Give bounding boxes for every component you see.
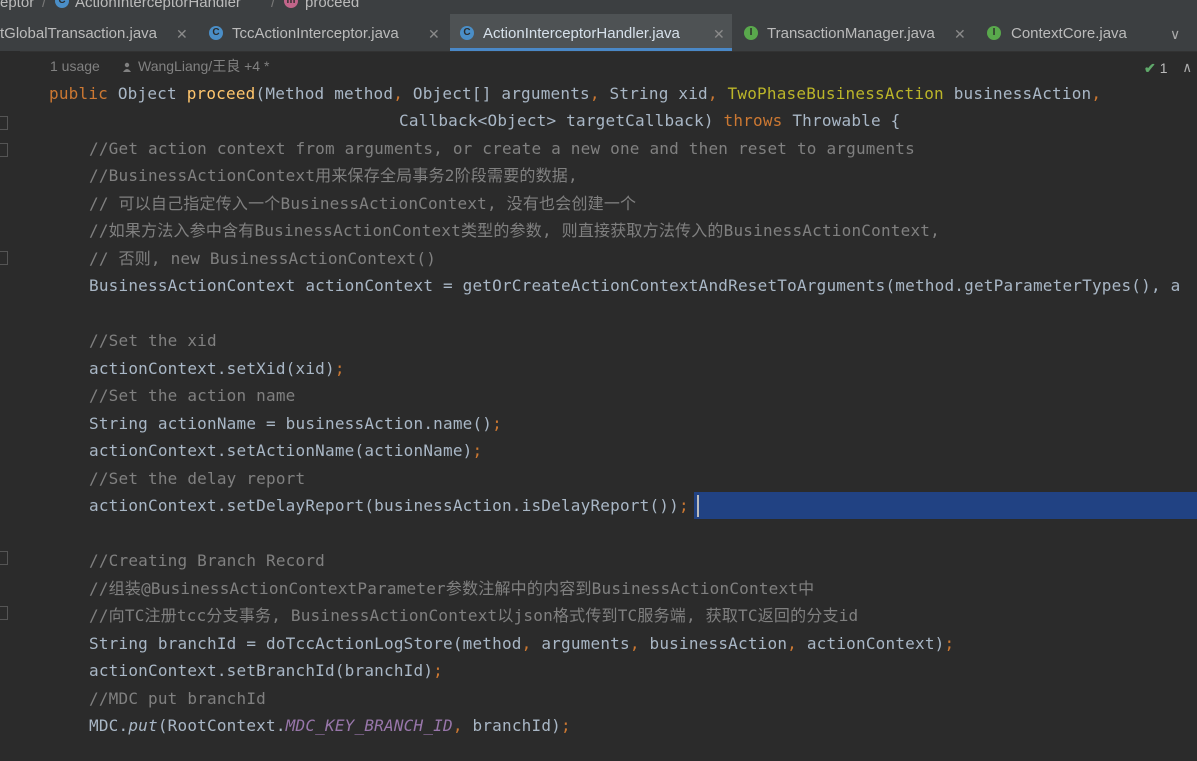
code-line: Callback<Object> targetCallback) throws … [399, 111, 901, 130]
tab-label: TccActionInterceptor.java [232, 25, 399, 42]
code-comment: //向TC注册tcc分支事务, BusinessActionContext以js… [89, 606, 859, 625]
code-line: actionContext.setBranchId(branchId); [89, 661, 443, 680]
tab-tcc-action-interceptor[interactable]: C TccActionInterceptor.java ✕ [200, 14, 448, 51]
method-icon: m [284, 0, 298, 8]
code-comment: //Set the action name [89, 386, 296, 405]
close-icon[interactable]: ✕ [428, 14, 440, 51]
usages-hint[interactable]: 1 usage [50, 58, 100, 74]
breadcrumb-separator: / [42, 0, 47, 11]
breadcrumb-separator: / [271, 0, 276, 11]
tab-label: ActionInterceptorHandler.java [483, 25, 680, 42]
fold-marker-icon[interactable] [0, 606, 8, 620]
inspection-widget[interactable]: ✔ 1 [1144, 58, 1168, 78]
tab-label: TransactionManager.java [767, 25, 935, 42]
code-line: public Object proceed(Method method, Obj… [49, 84, 1102, 103]
chevron-up-icon[interactable]: ∧ [1183, 58, 1191, 78]
code-comment: //Get action context from arguments, or … [89, 139, 915, 158]
code-comment: // 可以自己指定传入一个BusinessActionContext, 没有也会… [89, 194, 637, 213]
class-icon: C [460, 26, 474, 40]
fold-marker-icon[interactable] [0, 116, 8, 130]
class-icon: C [55, 0, 69, 8]
close-icon[interactable]: ✕ [176, 14, 188, 51]
tabs-overflow-icon[interactable]: ∨ [1170, 14, 1180, 51]
author-hint[interactable]: WangLiang/王良 +4 * [122, 56, 269, 76]
text-cursor [697, 495, 699, 517]
person-icon [123, 62, 131, 72]
code-line: actionContext.setXid(xid); [89, 359, 345, 378]
fold-marker-icon[interactable] [0, 551, 8, 565]
tab-action-interceptor-handler[interactable]: C ActionInterceptorHandler.java ✕ [450, 14, 732, 51]
close-icon[interactable]: ✕ [954, 14, 966, 51]
check-icon: ✔ [1144, 60, 1156, 76]
tab-label: tGlobalTransaction.java [0, 25, 158, 42]
code-comment: //Set the delay report [89, 469, 306, 488]
code-comment: //组装@BusinessActionContextParameter参数注解中… [89, 579, 815, 598]
code-comment: //如果方法入参中含有BusinessActionContext类型的参数, 则… [89, 221, 940, 240]
inspection-count: 1 [1159, 60, 1168, 76]
tab-global-transaction[interactable]: tGlobalTransaction.java ✕ [0, 14, 198, 51]
breadcrumb: eptor / C ActionInterceptorHandler / m p… [0, 0, 1197, 14]
interface-icon: I [744, 26, 758, 40]
code-line: String actionName = businessAction.name(… [89, 414, 502, 433]
code-line: MDC.put(RootContext.MDC_KEY_BRANCH_ID, b… [89, 716, 571, 735]
breadcrumb-item-method[interactable]: proceed [305, 0, 359, 11]
close-icon[interactable]: ✕ [713, 14, 725, 51]
interface-icon: I [987, 26, 1001, 40]
tab-label: ContextCore.java [1011, 25, 1127, 42]
tab-context-core[interactable]: I ContextCore.java [976, 14, 1166, 51]
inlay-hint: 1 usage WangLiang/王良 +4 * [50, 56, 269, 76]
author-text: WangLiang/王良 +4 * [138, 58, 270, 74]
code-comment: //BusinessActionContext用来保存全局事务2阶段需要的数据, [89, 166, 578, 185]
code-comment: //Set the xid [89, 331, 217, 350]
editor-gutter [0, 51, 20, 761]
code-comment: //MDC put branchId [89, 689, 266, 708]
editor-tabs: tGlobalTransaction.java ✕ C TccActionInt… [0, 14, 1197, 52]
code-comment: //Creating Branch Record [89, 551, 325, 570]
class-icon: C [209, 26, 223, 40]
fold-marker-icon[interactable] [0, 143, 8, 157]
tab-transaction-manager[interactable]: I TransactionManager.java ✕ [734, 14, 974, 51]
selection-highlight [694, 492, 1197, 519]
fold-marker-icon[interactable] [0, 251, 8, 265]
code-line: actionContext.setActionName(actionName); [89, 441, 483, 460]
code-line: BusinessActionContext actionContext = ge… [89, 276, 1181, 295]
code-line: String branchId = doTccActionLogStore(me… [89, 634, 955, 653]
code-comment: // 否则, new BusinessActionContext() [89, 249, 437, 268]
breadcrumb-item-class[interactable]: ActionInterceptorHandler [75, 0, 241, 11]
breadcrumb-item-interceptor[interactable]: eptor [0, 0, 34, 11]
code-line: actionContext.setDelayReport(businessAct… [89, 496, 689, 515]
